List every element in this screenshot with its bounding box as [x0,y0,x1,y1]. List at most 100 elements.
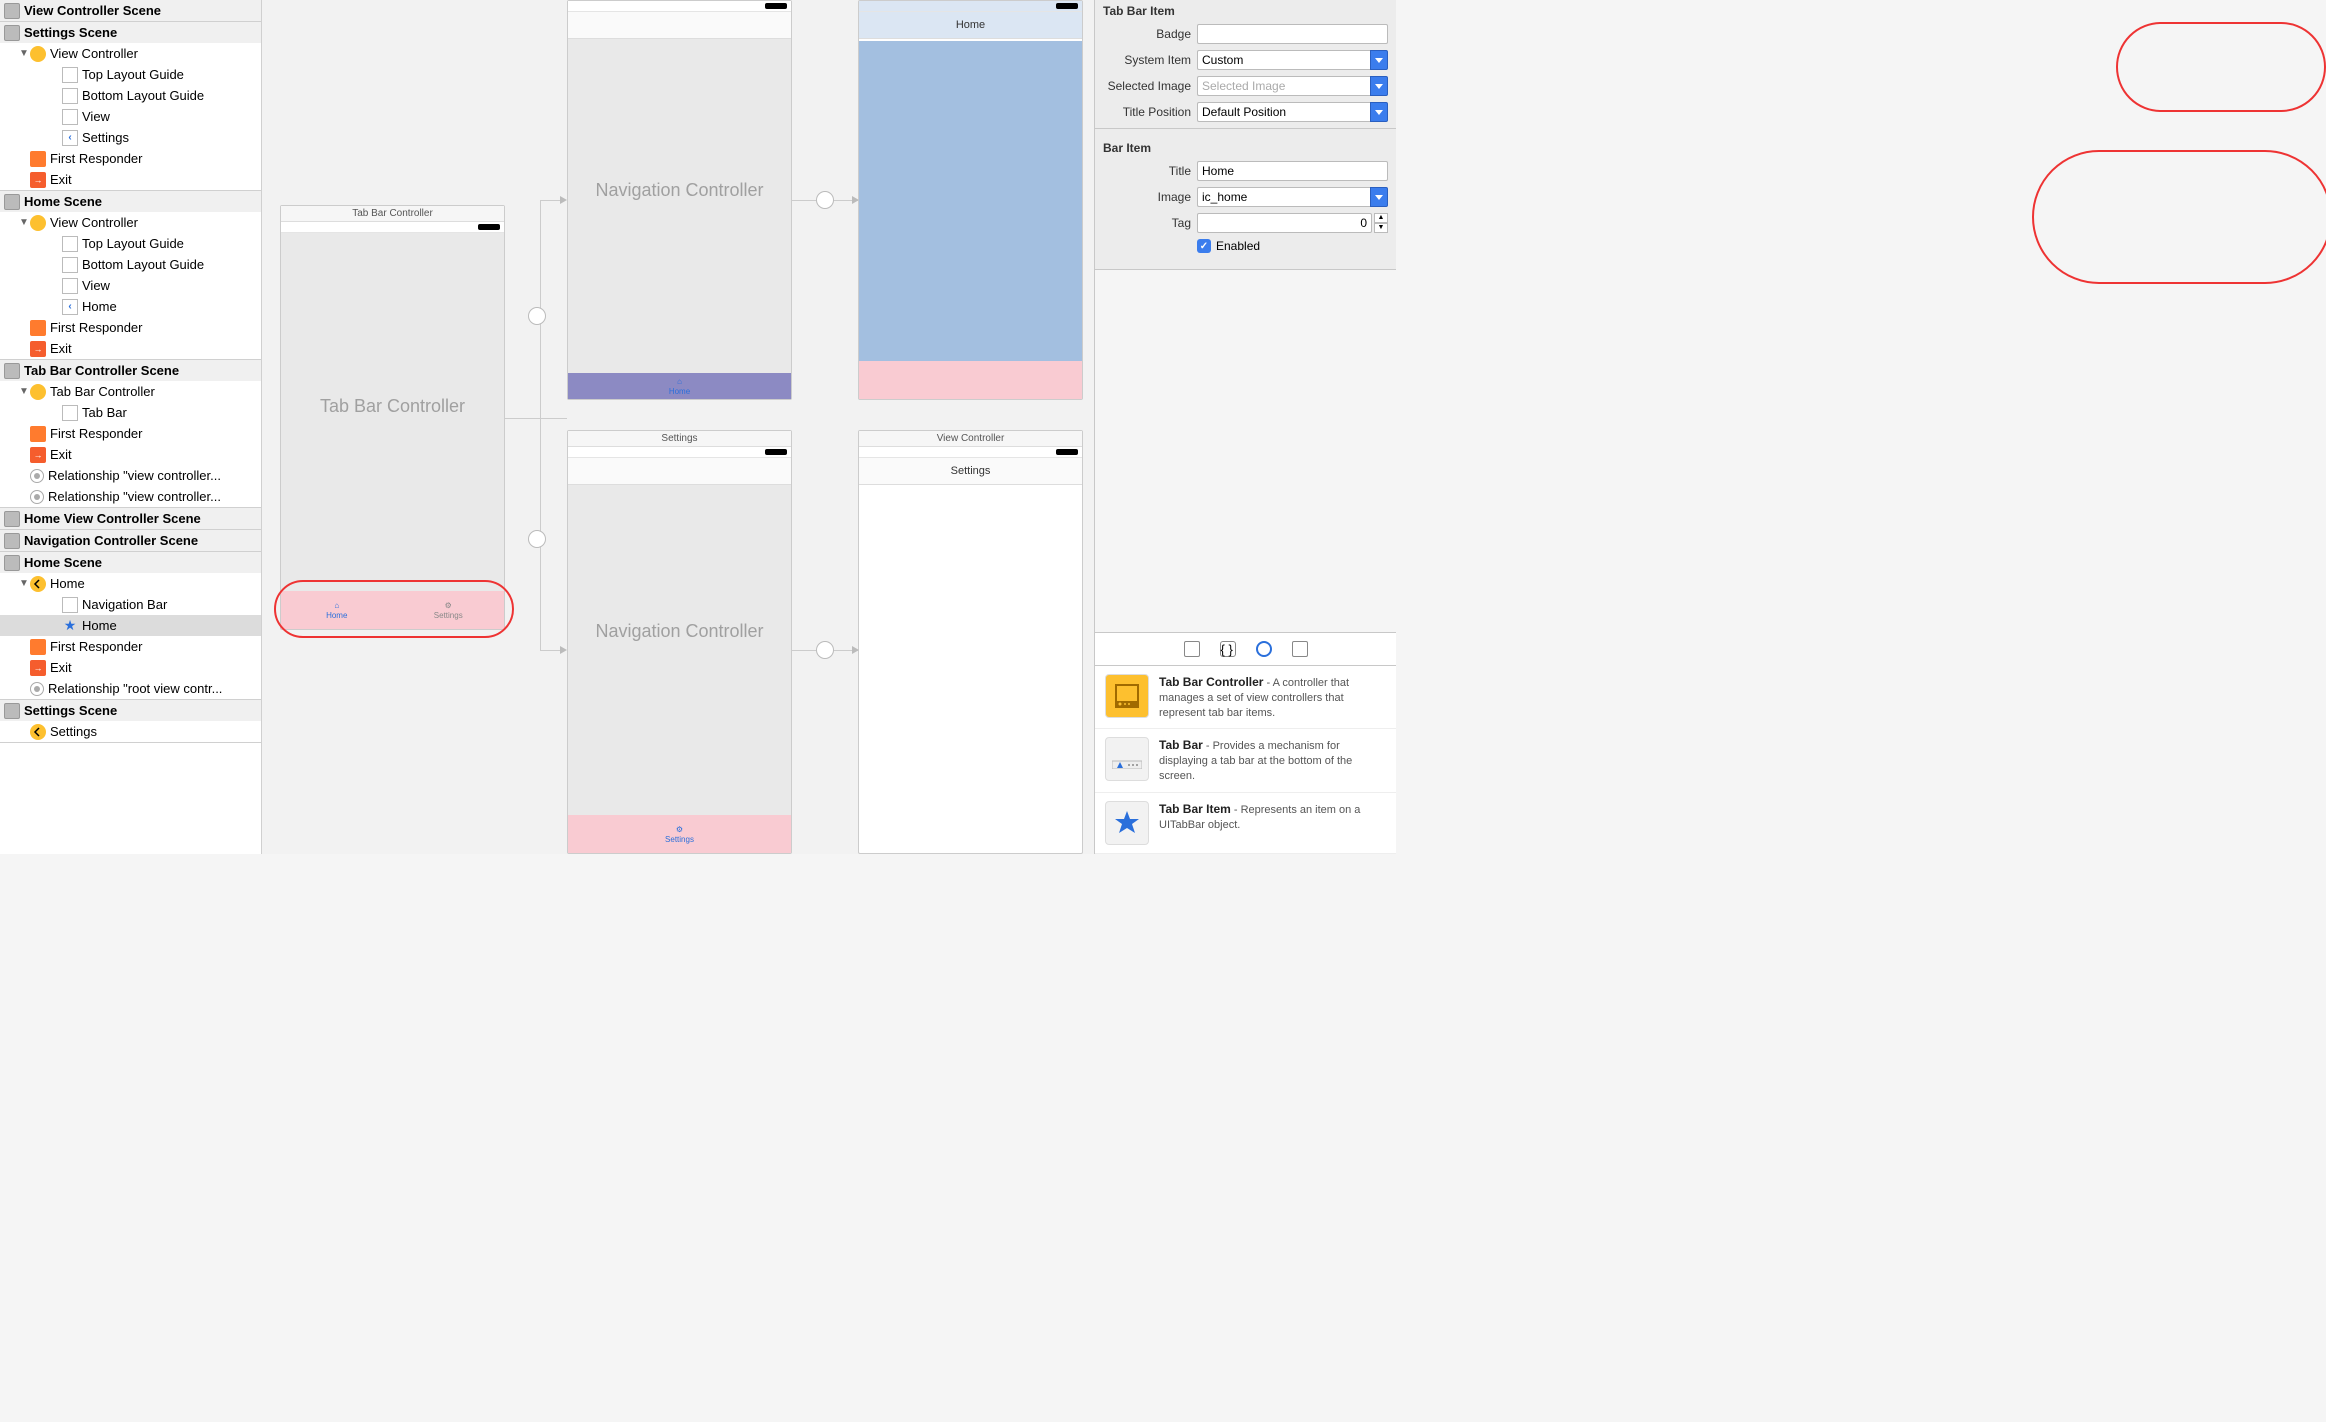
system-item-select[interactable] [1197,50,1388,70]
controller-label: Tab Bar Controller [281,396,504,417]
outline-item[interactable]: View [0,275,261,296]
outline-item[interactable]: →Exit [0,169,261,190]
selected-image-select[interactable] [1197,76,1388,96]
title-position-label: Title Position [1103,105,1191,119]
tab-item-settings: ⚙ Settings [568,815,791,853]
title-input[interactable] [1197,161,1388,181]
controller-label: Navigation Controller [568,621,791,642]
outline-item[interactable]: Navigation Bar [0,594,261,615]
image-select[interactable] [1197,187,1388,207]
dropdown-icon[interactable] [1370,102,1388,122]
outline-item[interactable]: Bottom Layout Guide [0,85,261,106]
outline-item[interactable]: Relationship "view controller... [0,465,261,486]
outline-item[interactable]: ‹Home [0,296,261,317]
badge-label: Badge [1103,27,1191,41]
outline-scene-header[interactable]: Home View Controller Scene [0,508,261,529]
section-title: Bar Item [1103,137,1388,161]
tabbar-controller-scene[interactable]: Tab Bar Controller Tab Bar Controller ⌂ … [280,205,505,630]
outline-scene-header[interactable]: Settings Scene [0,22,261,43]
tag-input[interactable]: ▲▼ [1197,213,1388,233]
relationship-icon [30,682,44,696]
outline-item[interactable]: ▼Home [0,573,261,594]
outline-item[interactable]: ▼View Controller [0,43,261,64]
disclosure-icon[interactable]: ▼ [18,578,30,589]
outline-item[interactable]: ▼View Controller [0,212,261,233]
segue-icon[interactable] [528,530,546,548]
outline-scene-header[interactable]: Home Scene [0,191,261,212]
tab-bar: ⚙ Settings [568,815,791,853]
outline-item[interactable]: ★Home [0,615,261,636]
segue-icon[interactable] [816,641,834,659]
tabbaritem-icon [1105,801,1149,845]
dropdown-icon[interactable] [1370,187,1388,207]
back-icon: ‹ [62,299,78,315]
outline-item[interactable]: Top Layout Guide [0,233,261,254]
disclosure-icon[interactable]: ▼ [18,217,30,228]
media-library-icon[interactable] [1292,641,1308,657]
outline-item[interactable]: Tab Bar [0,402,261,423]
outline-item[interactable]: Relationship "root view contr... [0,678,261,699]
nav-controller-settings[interactable]: Settings Navigation Controller ⚙ Setting… [567,430,792,854]
outline-item[interactable]: First Responder [0,317,261,338]
view-body [859,41,1082,361]
outline-item[interactable]: Relationship "view controller... [0,486,261,507]
status-bar [859,1,1082,12]
title-position-select[interactable] [1197,102,1388,122]
library-item-tabbar[interactable]: Tab Bar - Provides a mechanism for displ… [1095,729,1396,793]
library-tabs[interactable]: { } [1095,632,1396,665]
disclosure-icon[interactable]: ▼ [18,386,30,397]
storyboard-canvas[interactable]: Tab Bar Controller Tab Bar Controller ⌂ … [262,0,1094,854]
outline-item[interactable]: View [0,106,261,127]
outline-scene-header[interactable]: Tab Bar Controller Scene [0,360,261,381]
outline-scene-header[interactable]: View Controller Scene [0,0,261,21]
outline-item[interactable]: ▼Tab Bar Controller [0,381,261,402]
outline-scene-header[interactable]: Navigation Controller Scene [0,530,261,551]
outline-scene-header[interactable]: Home Scene [0,552,261,573]
selected-image-label: Selected Image [1103,79,1191,93]
outline-item[interactable]: Settings [0,721,261,742]
outline-item[interactable]: →Exit [0,657,261,678]
object-library[interactable]: Tab Bar Controller - A controller that m… [1095,665,1396,854]
outline-item[interactable]: First Responder [0,423,261,444]
document-outline[interactable]: View Controller SceneSettings Scene▼View… [0,0,262,854]
library-item-tabbarcontroller[interactable]: Tab Bar Controller - A controller that m… [1095,666,1396,730]
segue-icon[interactable] [816,191,834,209]
badge-input[interactable] [1197,24,1388,44]
outline-item[interactable]: ‹Settings [0,127,261,148]
segue-icon[interactable] [528,307,546,325]
back-icon: ‹ [62,130,78,146]
nav-bar [568,458,791,485]
outline-item[interactable]: First Responder [0,148,261,169]
dropdown-icon[interactable] [1370,76,1388,96]
nav-controller-home[interactable]: Navigation Controller ⌂ Home [567,0,792,400]
outline-item[interactable]: →Exit [0,338,261,359]
outline-item[interactable]: Top Layout Guide [0,64,261,85]
outline-item[interactable]: First Responder [0,636,261,657]
storyboard-icon [4,3,20,19]
enabled-checkbox[interactable]: ✓ Enabled [1197,239,1260,253]
stepper-icon[interactable]: ▲▼ [1374,213,1388,233]
outline-scene-header[interactable]: Settings Scene [0,700,261,721]
settings-view-controller[interactable]: View Controller Settings [858,430,1083,854]
home-view-controller[interactable]: Home [858,0,1083,400]
hand-annotation [2116,22,2326,112]
dropdown-icon[interactable] [1370,50,1388,70]
disclosure-icon[interactable]: ▼ [18,48,30,59]
status-bar [568,1,791,12]
code-snippet-icon[interactable]: { } [1220,641,1236,657]
storyboard-icon [4,194,20,210]
tab-item-settings[interactable]: ⚙ Settings [393,591,505,629]
tab-bar[interactable]: ⌂ Home ⚙ Settings [281,591,504,629]
object-library-icon[interactable] [1256,641,1272,657]
outline-item[interactable]: →Exit [0,444,261,465]
viewcontroller-icon [30,384,46,400]
tab-item-home: ⌂ Home [568,373,791,399]
tabbar-icon [1105,737,1149,781]
library-item-tabbaritem[interactable]: Tab Bar Item - Represents an item on a U… [1095,793,1396,854]
file-template-icon[interactable] [1184,641,1200,657]
image-label: Image [1103,190,1191,204]
home-icon: ⌂ [334,601,339,610]
view-icon [62,405,78,421]
outline-item[interactable]: Bottom Layout Guide [0,254,261,275]
tab-item-home[interactable]: ⌂ Home [281,591,393,629]
